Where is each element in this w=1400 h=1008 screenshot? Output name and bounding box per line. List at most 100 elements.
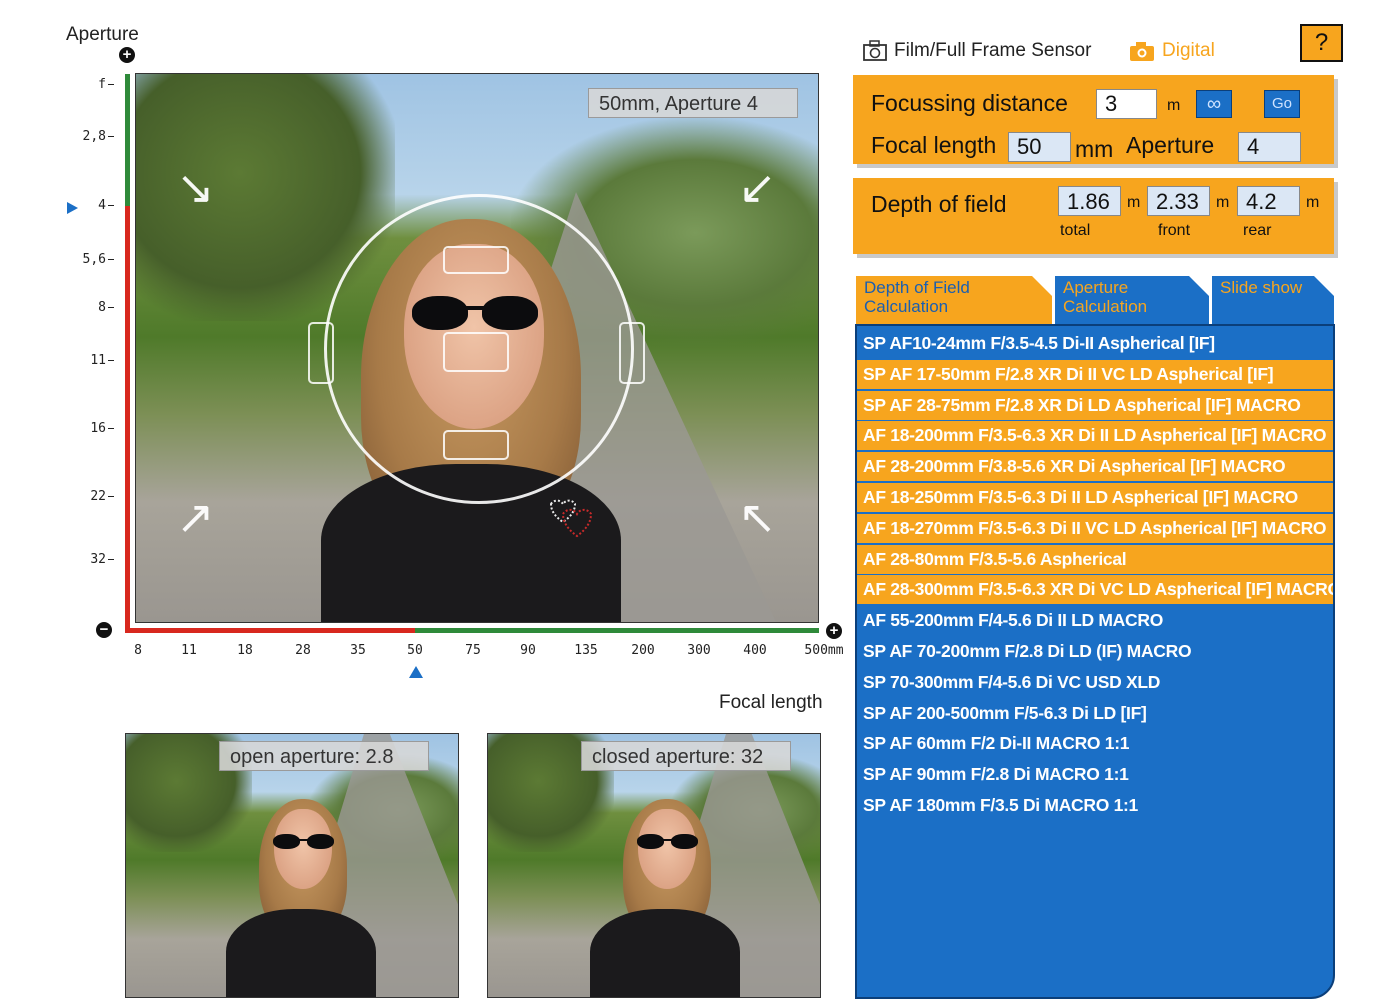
focal-tick: 75 <box>465 643 481 658</box>
lens-item[interactable]: SP AF 90mm F/2.8 Di MACRO 1:1 <box>857 760 1333 789</box>
af-point-center <box>443 332 509 372</box>
dof-total-label: total <box>1060 222 1091 239</box>
focal-tick: 400 <box>743 643 767 658</box>
dof-rear-label: rear <box>1243 222 1272 239</box>
dof-rear-value: 4.2 <box>1237 186 1300 216</box>
arrow-icon: ↗ <box>176 491 215 543</box>
film-mode-option[interactable]: Film/Full Frame Sensor <box>862 40 1091 62</box>
arrow-icon: ↙ <box>738 161 777 213</box>
help-button[interactable]: ? <box>1300 24 1343 62</box>
lens-item[interactable]: SP AF 200-500mm F/5-6.3 Di LD [IF] <box>857 699 1333 728</box>
aperture-bar-red <box>125 206 130 630</box>
sunglasses <box>637 834 699 850</box>
focal-tick: 50 <box>407 643 423 658</box>
dof-total-value: 1.86 <box>1058 186 1121 216</box>
focal-bar-green <box>415 628 819 633</box>
lens-item[interactable]: AF 28-300mm F/3.5-6.3 XR Di VC LD Aspher… <box>857 575 1333 605</box>
torso <box>226 909 376 997</box>
aperture-tick: 11 <box>80 353 114 368</box>
lens-item[interactable]: SP AF10-24mm F/3.5-4.5 Di-II Aspherical … <box>857 329 1333 358</box>
open-aperture-caption: open aperture: 2.8 <box>219 741 429 771</box>
camera-icon <box>863 40 887 61</box>
lens-item[interactable]: SP AF 70-200mm F/2.8 Di LD (IF) MACRO <box>857 637 1333 666</box>
af-point-bottom <box>443 430 509 460</box>
focal-tick: 11 <box>181 643 197 658</box>
infinity-button[interactable]: ∞ <box>1196 90 1232 118</box>
lens-item[interactable]: SP 70-300mm F/4-5.6 Di VC USD XLD <box>857 668 1333 697</box>
go-button[interactable]: Go <box>1264 90 1300 118</box>
focus-distance-label: Focussing distance <box>871 90 1068 116</box>
focal-unit: mm <box>1075 136 1114 162</box>
aperture-current-marker[interactable] <box>67 202 78 214</box>
aperture-minus-button[interactable]: − <box>96 622 112 638</box>
aperture-tick: 16 <box>80 421 114 436</box>
af-point-top <box>443 246 509 274</box>
aperture-plus-button[interactable]: + <box>119 47 135 63</box>
digital-mode-label: Digital <box>1162 40 1215 61</box>
focal-tick: 135 <box>574 643 598 658</box>
dof-unit: m <box>1127 194 1141 211</box>
dof-unit: m <box>1306 194 1320 211</box>
aperture-tick: 5,6 <box>80 252 114 267</box>
arrow-icon: ↘ <box>176 161 215 213</box>
af-point-left <box>308 322 334 384</box>
tab-corner <box>1189 276 1211 298</box>
lens-item[interactable]: SP AF 28-75mm F/2.8 XR Di LD Aspherical … <box>857 390 1333 420</box>
dof-panel: Depth of field 1.86 m 2.33 m 4.2 m total… <box>853 178 1334 254</box>
arrow-icon: ↖ <box>738 491 777 543</box>
aperture-tick: f <box>80 77 114 92</box>
focal-length-label: Focal length <box>871 132 997 158</box>
lens-item[interactable]: AF 18-250mm F/3.5-6.3 Di II LD Aspherica… <box>857 482 1333 512</box>
focal-axis-title: Focal length <box>719 692 823 713</box>
lens-item[interactable]: SP AF 180mm F/3.5 Di MACRO 1:1 <box>857 791 1333 820</box>
lens-item[interactable]: AF 18-270mm F/3.5-6.3 Di II VC LD Aspher… <box>857 513 1333 543</box>
closed-aperture-caption: closed aperture: 32 <box>581 741 791 771</box>
focus-distance-input[interactable] <box>1096 89 1157 119</box>
preview-caption: 50mm, Aperture 4 <box>588 88 798 118</box>
tab-slide-show[interactable]: Slide show <box>1212 276 1336 324</box>
focal-plus-button[interactable]: + <box>826 623 842 639</box>
lens-item[interactable]: SP AF 60mm F/2 Di-II MACRO 1:1 <box>857 729 1333 758</box>
focal-ticks: 8 11 18 28 35 50 75 90 135 200 300 400 5… <box>118 643 858 663</box>
focal-tick: 500mm <box>804 643 844 658</box>
tab-aperture-calculation[interactable]: Aperture Calculation <box>1055 276 1211 324</box>
heart-graphic <box>549 499 593 538</box>
aperture-axis-title: Aperture <box>66 24 139 45</box>
af-point-right <box>619 322 645 384</box>
tab-depth-of-field[interactable]: Depth of Field Calculation <box>856 276 1054 324</box>
aperture-tick: 32 <box>80 552 114 567</box>
focal-tick: 90 <box>520 643 536 658</box>
aperture-tick: 22 <box>80 489 114 504</box>
aperture-tick: 2,8 <box>80 129 114 144</box>
lens-list[interactable]: SP AF10-24mm F/3.5-4.5 Di-II Aspherical … <box>855 324 1335 999</box>
aperture-bar-green <box>125 74 130 206</box>
aperture-tick: 8 <box>80 300 114 315</box>
torso <box>590 909 740 997</box>
camera-icon <box>1130 42 1154 61</box>
lens-item[interactable]: AF 28-80mm F/3.5-5.6 Aspherical <box>857 544 1333 574</box>
lens-item[interactable]: SP AF 17-50mm F/2.8 XR Di II VC LD Asphe… <box>857 359 1333 389</box>
lens-item[interactable]: AF 28-200mm F/3.8-5.6 XR Di Aspherical [… <box>857 452 1333 482</box>
focal-current-marker[interactable] <box>409 666 423 678</box>
film-mode-label: Film/Full Frame Sensor <box>894 40 1092 61</box>
tab-corner <box>1314 276 1336 298</box>
focal-tick: 8 <box>134 643 142 658</box>
aperture-input[interactable] <box>1238 132 1301 162</box>
tab-label: Aperture Calculation <box>1063 278 1148 316</box>
sunglasses <box>273 834 335 850</box>
focal-tick: 18 <box>237 643 253 658</box>
aperture-label: Aperture <box>1126 132 1215 158</box>
dof-unit: m <box>1216 194 1230 211</box>
focal-tick: 200 <box>631 643 655 658</box>
lens-item[interactable]: AF 18-200mm F/3.5-6.3 XR Di II LD Aspher… <box>857 421 1333 451</box>
dof-label: Depth of field <box>871 191 1007 217</box>
lens-item[interactable]: AF 55-200mm F/4-5.6 Di II LD MACRO <box>857 606 1333 635</box>
open-aperture-thumbnail: open aperture: 2.8 <box>125 733 459 998</box>
closed-aperture-thumbnail: closed aperture: 32 <box>487 733 821 998</box>
focal-length-input[interactable] <box>1008 132 1071 162</box>
digital-mode-option[interactable]: Digital <box>1128 40 1215 62</box>
tab-corner <box>1032 276 1054 298</box>
dof-front-label: front <box>1158 222 1191 239</box>
settings-panel: Focussing distance m ∞ Go Focal length m… <box>853 75 1334 164</box>
focus-unit: m <box>1167 97 1181 114</box>
